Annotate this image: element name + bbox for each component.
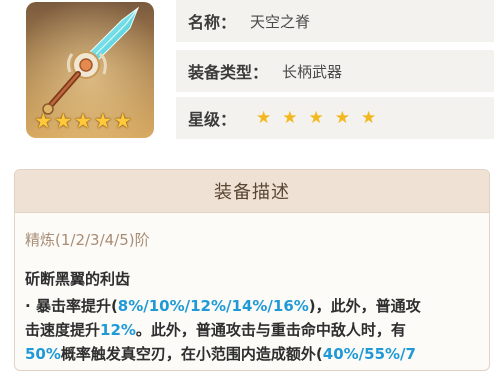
- skill-text-segment: 概率触发真空刃，在小范围内造成额外(: [60, 345, 323, 363]
- weapon-rarity-row: 星级： ★ ★ ★ ★ ★: [170, 97, 494, 139]
- portrait-stars: ★ ★ ★ ★ ★: [34, 111, 132, 132]
- description-panel: 装备描述 精炼(1/2/3/4/5)阶 斫断黑翼的利齿 · 暴击率提升(8%/1…: [14, 169, 490, 371]
- skill-name: 斫断黑翼的利齿: [25, 270, 131, 288]
- rarity-label: 星级：: [188, 110, 237, 129]
- skill-text-segment: )，此外，普通攻: [308, 297, 421, 315]
- name-value: 天空之脊: [250, 12, 311, 31]
- refinement-text: 精炼(1/2/3/4/5)阶: [25, 231, 150, 249]
- star-icon: ★: [73, 109, 93, 133]
- description-header: 装备描述: [15, 170, 489, 213]
- bullet: ·: [25, 297, 31, 315]
- skill-text-segment: 暴击率提升(: [35, 297, 118, 315]
- skill-value-highlight: 12%: [100, 321, 136, 339]
- skill-text-segment: 。此外，普通攻击与重击命中敌人时，有: [135, 321, 406, 339]
- star-icon: ★: [34, 109, 53, 133]
- skill-description: · 暴击率提升(8%/10%/12%/14%/16%)，此外，普通攻 击速度提升…: [25, 294, 481, 366]
- skill-text-segment: 击速度提升: [25, 321, 101, 339]
- star-icon: ★: [113, 109, 133, 133]
- weapon-portrait: ★ ★ ★ ★ ★: [26, 2, 154, 138]
- star-icon: ★: [334, 107, 351, 128]
- star-icon: ★: [93, 109, 113, 133]
- weapon-name-row: 名称： 天空之脊: [170, 0, 494, 42]
- star-icon: ★: [361, 107, 377, 128]
- name-label: 名称：: [188, 13, 237, 32]
- star-icon: ★: [53, 109, 73, 133]
- star-icon: ★: [308, 107, 324, 128]
- skill-value-highlight: 40%/55%/7: [322, 345, 416, 363]
- skill-value-highlight: 50%: [25, 345, 61, 363]
- type-value: 长柄武器: [282, 62, 343, 81]
- star-icon: ★: [282, 107, 298, 128]
- skill-value-highlight: 8%/10%/12%/14%/16%: [117, 297, 309, 315]
- weapon-type-row: 装备类型： 长柄武器: [170, 50, 494, 92]
- rarity-stars: ★ ★ ★ ★ ★: [256, 107, 377, 128]
- type-label: 装备类型：: [188, 63, 269, 82]
- star-icon: ★: [256, 107, 272, 128]
